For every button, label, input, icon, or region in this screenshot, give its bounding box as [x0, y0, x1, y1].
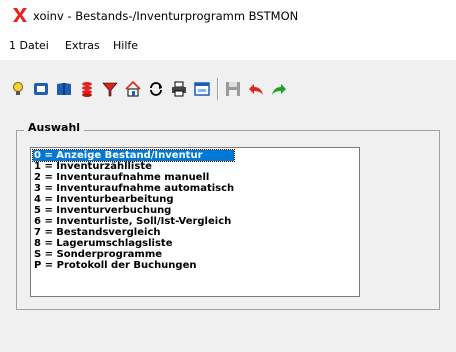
- book-icon[interactable]: [55, 80, 73, 98]
- list-item-0[interactable]: 0 = Anzeige Bestand/Inventur: [32, 149, 235, 162]
- list-item-5[interactable]: 5 = Inventurverbuchung: [33, 205, 234, 216]
- auswahl-label: Auswahl: [24, 121, 85, 134]
- window-icon[interactable]: [193, 80, 211, 98]
- auswahl-listbox[interactable]: 0 = Anzeige Bestand/Inventur 1 = Inventu…: [30, 147, 360, 297]
- list-item-3[interactable]: 3 = Inventuraufnahme automatisch: [33, 183, 234, 194]
- house-icon[interactable]: [124, 80, 142, 98]
- coins-icon[interactable]: [78, 80, 96, 98]
- menu-datei[interactable]: 1 Datei: [9, 39, 49, 52]
- toolbar-separator: [217, 78, 219, 100]
- menu-extras[interactable]: Extras: [65, 39, 100, 52]
- window-title: xoinv - Bestands-/Inventurprogramm BSTMO…: [33, 9, 299, 23]
- list-item-7[interactable]: 7 = Bestandsvergleich: [33, 227, 234, 238]
- title-bar: xoinv - Bestands-/Inventurprogramm BSTMO…: [0, 0, 456, 30]
- list-item-8[interactable]: 8 = Lagerumschlagsliste: [33, 238, 234, 249]
- card-icon[interactable]: [32, 80, 50, 98]
- funnel-icon[interactable]: [101, 80, 119, 98]
- list-item-1[interactable]: 1 = Inventurzählliste: [33, 161, 234, 172]
- toolbar: [0, 60, 456, 112]
- menu-bar: 1 Datei Extras Hilfe: [0, 30, 456, 60]
- list-item-2[interactable]: 2 = Inventuraufnahme manuell: [33, 172, 234, 183]
- cycle-icon[interactable]: [147, 80, 165, 98]
- list-item-s[interactable]: S = Sonderprogramme: [33, 249, 234, 260]
- menu-hilfe[interactable]: Hilfe: [113, 39, 138, 52]
- list-item-4[interactable]: 4 = Inventurbearbeitung: [33, 194, 234, 205]
- undo-icon[interactable]: [247, 80, 265, 98]
- list-item-6[interactable]: 6 = Inventurliste, Soll/Ist-Vergleich: [33, 216, 234, 227]
- printer-icon[interactable]: [170, 80, 188, 98]
- list-item-p[interactable]: P = Protokoll der Buchungen: [33, 260, 234, 271]
- save-icon[interactable]: [224, 80, 242, 98]
- bulb-icon[interactable]: [9, 80, 27, 98]
- redo-icon[interactable]: [270, 80, 288, 98]
- app-x-icon: [11, 6, 29, 24]
